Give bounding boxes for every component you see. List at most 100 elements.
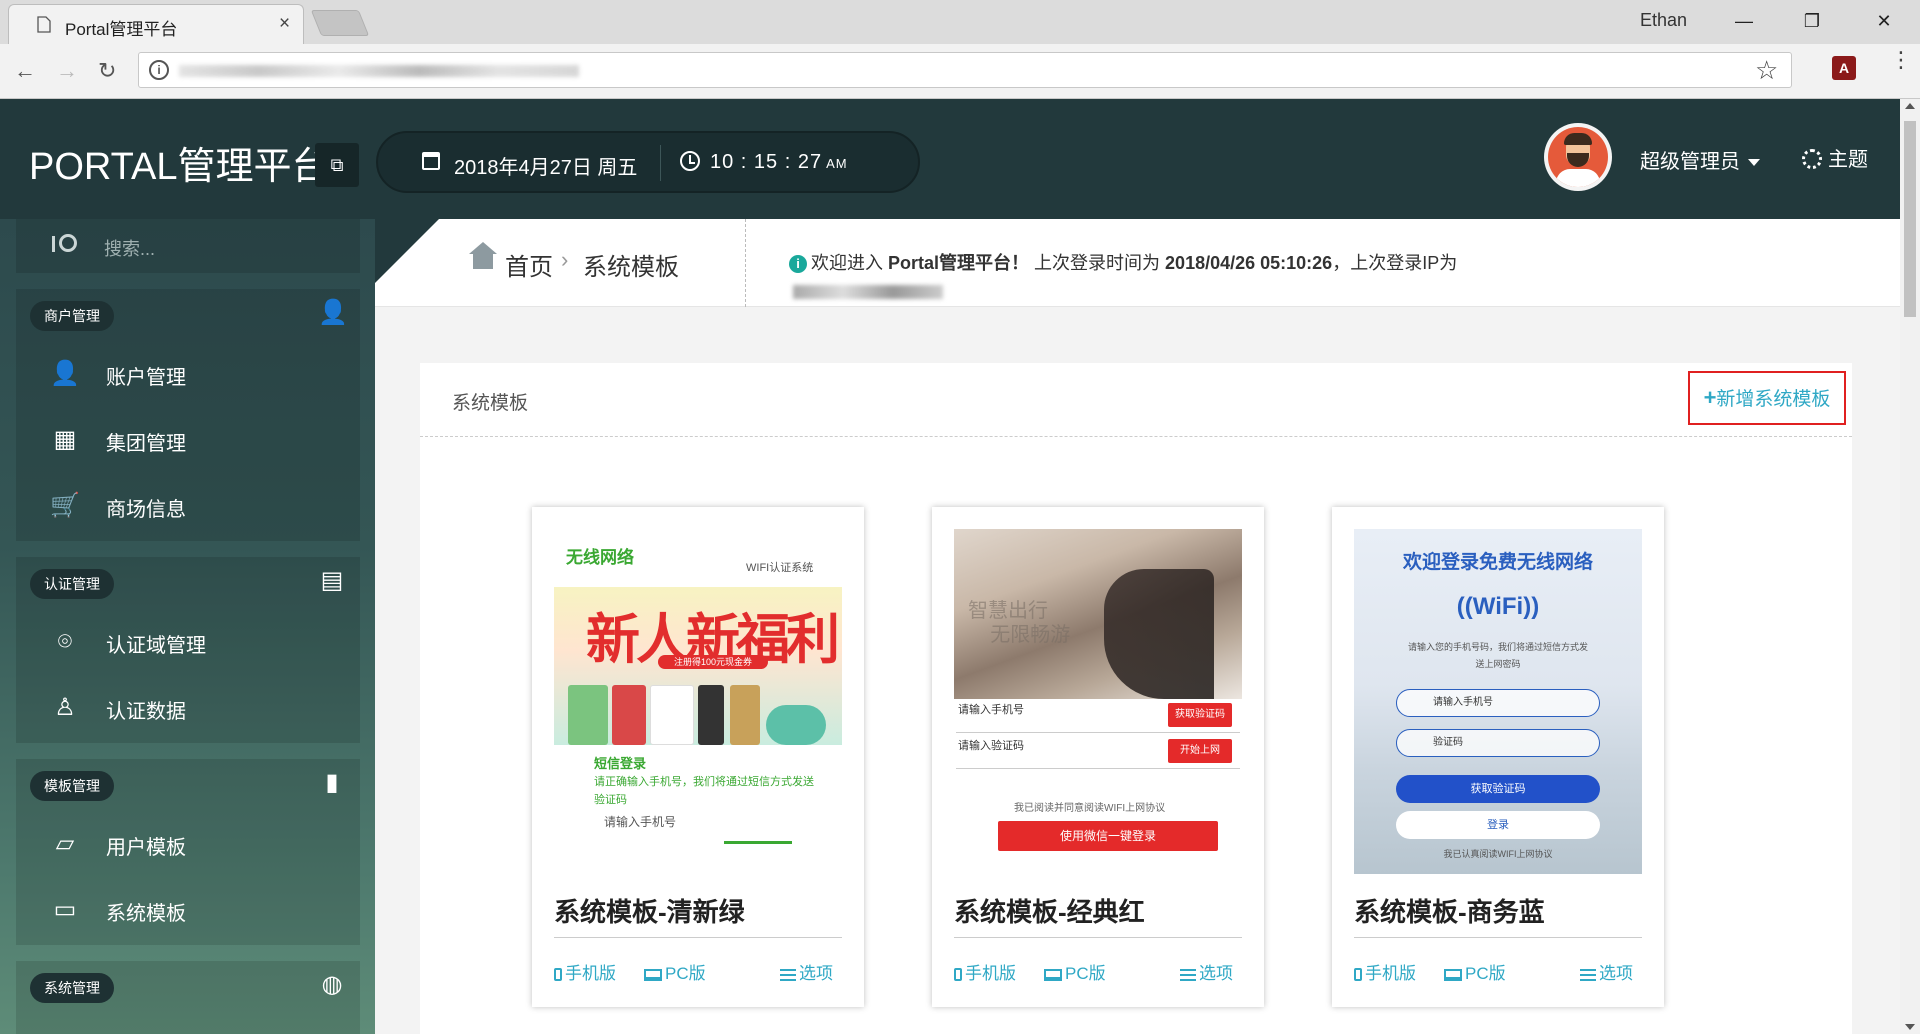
template-preview-green[interactable]: 无线网络 WIFI认证系统 新人新福利 注册得100元现金券 短信登录 请正确输… xyxy=(554,529,842,874)
sidebar-toggle-icon[interactable]: ⧉ xyxy=(315,143,359,187)
sidebar-group-merchant: 商户管理 👤 👤 账户管理 ▦ 集团管理 🛒 商场信息 xyxy=(16,289,360,541)
preview-desc: 请输入您的手机号码，我们将通过短信方式发 送上网密码 xyxy=(1407,642,1588,669)
sidebar-item-auth-domain[interactable]: ⌾ 认证域管理 xyxy=(16,609,360,675)
breadcrumb-divider xyxy=(745,219,746,307)
sidebar-item-label: 账户管理 xyxy=(106,367,186,389)
last-ip-redacted xyxy=(793,285,943,299)
bookmark-star-icon[interactable]: ☆ xyxy=(1755,55,1778,86)
options-link[interactable]: 选项 xyxy=(1580,959,1633,984)
document-icon[interactable]: ▤ xyxy=(318,567,346,595)
sidebar-item-label: 用户模板 xyxy=(106,837,186,859)
mobile-version-link[interactable]: 手机版 xyxy=(954,959,1016,984)
browser-profile-name[interactable]: Ethan xyxy=(1640,10,1687,31)
page-icon xyxy=(37,16,51,33)
sidebar-item-label: 认证域管理 xyxy=(106,635,206,657)
breadcrumb-current: 系统模板 xyxy=(583,254,679,281)
breadcrumb-home[interactable]: 首页 xyxy=(505,247,553,282)
group-label: 商户管理 xyxy=(30,301,114,331)
person-outline-icon: ♙ xyxy=(54,694,76,721)
page-scrollbar[interactable] xyxy=(1900,99,1920,1034)
window-close-icon[interactable]: ✕ xyxy=(1864,6,1904,36)
template-card-blue[interactable]: 欢迎登录免费无线网络 ((WiFi)) 请输入您的手机号码，我们将通过短信方式发… xyxy=(1332,507,1664,1007)
phone-icon xyxy=(954,968,962,981)
time-ampm: AM xyxy=(826,156,848,171)
preview-logo: 无线网络 xyxy=(566,548,634,567)
tab-title: Portal管理平台 xyxy=(65,20,178,39)
site-info-icon[interactable]: i xyxy=(149,60,169,80)
pc-version-link[interactable]: PC版 xyxy=(1444,959,1506,984)
tab-close-icon[interactable]: × xyxy=(279,13,290,35)
globe-icon[interactable]: ◍ xyxy=(318,971,346,999)
preview-phone-input: 请输入手机号 xyxy=(1396,689,1600,717)
sidebar-item-group[interactable]: ▦ 集团管理 xyxy=(16,407,360,473)
avatar[interactable] xyxy=(1544,123,1612,191)
add-user-icon[interactable]: 👤 xyxy=(318,299,348,327)
sidebar-group-auth: 认证管理 ▤ ⌾ 认证域管理 ♙ 认证数据 xyxy=(16,557,360,743)
search-icon xyxy=(52,234,77,252)
theme-button[interactable]: 主题 xyxy=(1802,143,1868,172)
phone-icon xyxy=(554,968,562,981)
current-date: 2018年4月27日 周五 xyxy=(454,157,638,179)
preview-wifi-logo: ((WiFi)) xyxy=(1456,593,1540,620)
datetime-divider xyxy=(660,145,661,181)
sidebar-item-label: 集团管理 xyxy=(106,433,186,455)
scroll-thumb[interactable] xyxy=(1904,121,1916,317)
sidebar-item-auth-data[interactable]: ♙ 认证数据 xyxy=(16,675,360,741)
phone-icon xyxy=(1354,968,1362,981)
location-icon: ⌾ xyxy=(57,628,73,655)
mobile-version-link[interactable]: 手机版 xyxy=(554,959,616,984)
top-header: PORTAL管理平台 ⧉ 2018年4月27日 周五 10 : 15 : 27 A… xyxy=(0,99,1900,219)
pc-version-link[interactable]: PC版 xyxy=(1044,959,1106,984)
preview-watermark: 智慧出行 无限畅游 xyxy=(968,600,1071,646)
preview-get-code: 获取验证码 xyxy=(1396,775,1600,803)
sidebar-item-system-template[interactable]: ▭ 系统模板 xyxy=(16,877,360,943)
search-input[interactable]: 搜索... xyxy=(104,235,155,261)
preview-wechat-login: 使用微信一键登录 xyxy=(998,821,1218,851)
datetime-display: 2018年4月27日 周五 10 : 15 : 27 AM xyxy=(376,131,920,193)
sidebar-item-account[interactable]: 👤 账户管理 xyxy=(16,341,360,407)
pdf-extension-icon[interactable]: A xyxy=(1832,56,1856,80)
list-icon xyxy=(1580,969,1596,981)
browser-tab[interactable]: Portal管理平台 × xyxy=(8,4,304,44)
current-time: 10 : 15 : 27 AM xyxy=(710,151,848,173)
building-icon: ▦ xyxy=(53,426,77,453)
app: PORTAL管理平台 ⧉ 2018年4月27日 周五 10 : 15 : 27 A… xyxy=(0,99,1920,1034)
new-tab-button[interactable] xyxy=(310,10,370,36)
user-menu[interactable]: 超级管理员 xyxy=(1640,145,1760,174)
caret-down-icon xyxy=(1748,159,1760,167)
home-icon[interactable] xyxy=(469,242,497,269)
template-preview-red[interactable]: 智慧出行 无限畅游 请输入手机号 获取验证码 请输入验证码 开始上网 我已阅读并… xyxy=(954,529,1242,874)
add-system-template-button[interactable]: +新增系统模板 xyxy=(1688,371,1846,425)
sidebar-group-template: 模板管理 ▮ ▱ 用户模板 ▭ 系统模板 xyxy=(16,759,360,945)
options-link[interactable]: 选项 xyxy=(1180,959,1233,984)
pc-version-link[interactable]: PC版 xyxy=(644,959,706,984)
browser-toolbar: ← → ↻ i ☆ A ⋮ xyxy=(0,44,1920,99)
address-bar[interactable]: i ☆ xyxy=(138,52,1792,88)
info-icon: i xyxy=(789,255,807,273)
template-preview-blue[interactable]: 欢迎登录免费无线网络 ((WiFi)) 请输入您的手机号码，我们将通过短信方式发… xyxy=(1354,529,1642,874)
browser-menu-icon[interactable]: ⋮ xyxy=(1890,49,1912,71)
sidebar-search[interactable]: 搜索... xyxy=(16,219,360,273)
template-card-green[interactable]: 无线网络 WIFI认证系统 新人新福利 注册得100元现金券 短信登录 请正确输… xyxy=(532,507,864,1007)
forward-icon[interactable]: → xyxy=(56,58,78,84)
sidebar-item-label: 商场信息 xyxy=(106,499,186,521)
preview-sms-title: 短信登录 xyxy=(594,756,647,771)
template-card-red[interactable]: 智慧出行 无限畅游 请输入手机号 获取验证码 请输入验证码 开始上网 我已阅读并… xyxy=(932,507,1264,1007)
sidebar-item-label: 认证数据 xyxy=(106,701,186,723)
reload-icon[interactable]: ↻ xyxy=(98,58,116,84)
sidebar-item-user-template[interactable]: ▱ 用户模板 xyxy=(16,811,360,877)
back-icon[interactable]: ← xyxy=(14,58,36,84)
mobile-version-link[interactable]: 手机版 xyxy=(1354,959,1416,984)
sidebar-item-mall[interactable]: 🛒 商场信息 xyxy=(16,473,360,539)
cart-icon: 🛒 xyxy=(50,492,80,519)
preview-code-label: 请输入验证码 xyxy=(958,740,1024,752)
minimize-icon[interactable]: — xyxy=(1724,6,1764,36)
preview-get-code: 获取验证码 xyxy=(1168,703,1232,727)
restore-icon[interactable]: ❐ xyxy=(1792,6,1832,36)
options-link[interactable]: 选项 xyxy=(780,959,833,984)
scroll-up-icon[interactable] xyxy=(1905,103,1915,109)
scroll-down-icon[interactable] xyxy=(1905,1024,1915,1030)
monitor-icon xyxy=(1044,969,1062,981)
book-icon[interactable]: ▮ xyxy=(318,769,346,797)
group-label: 模板管理 xyxy=(30,771,114,801)
